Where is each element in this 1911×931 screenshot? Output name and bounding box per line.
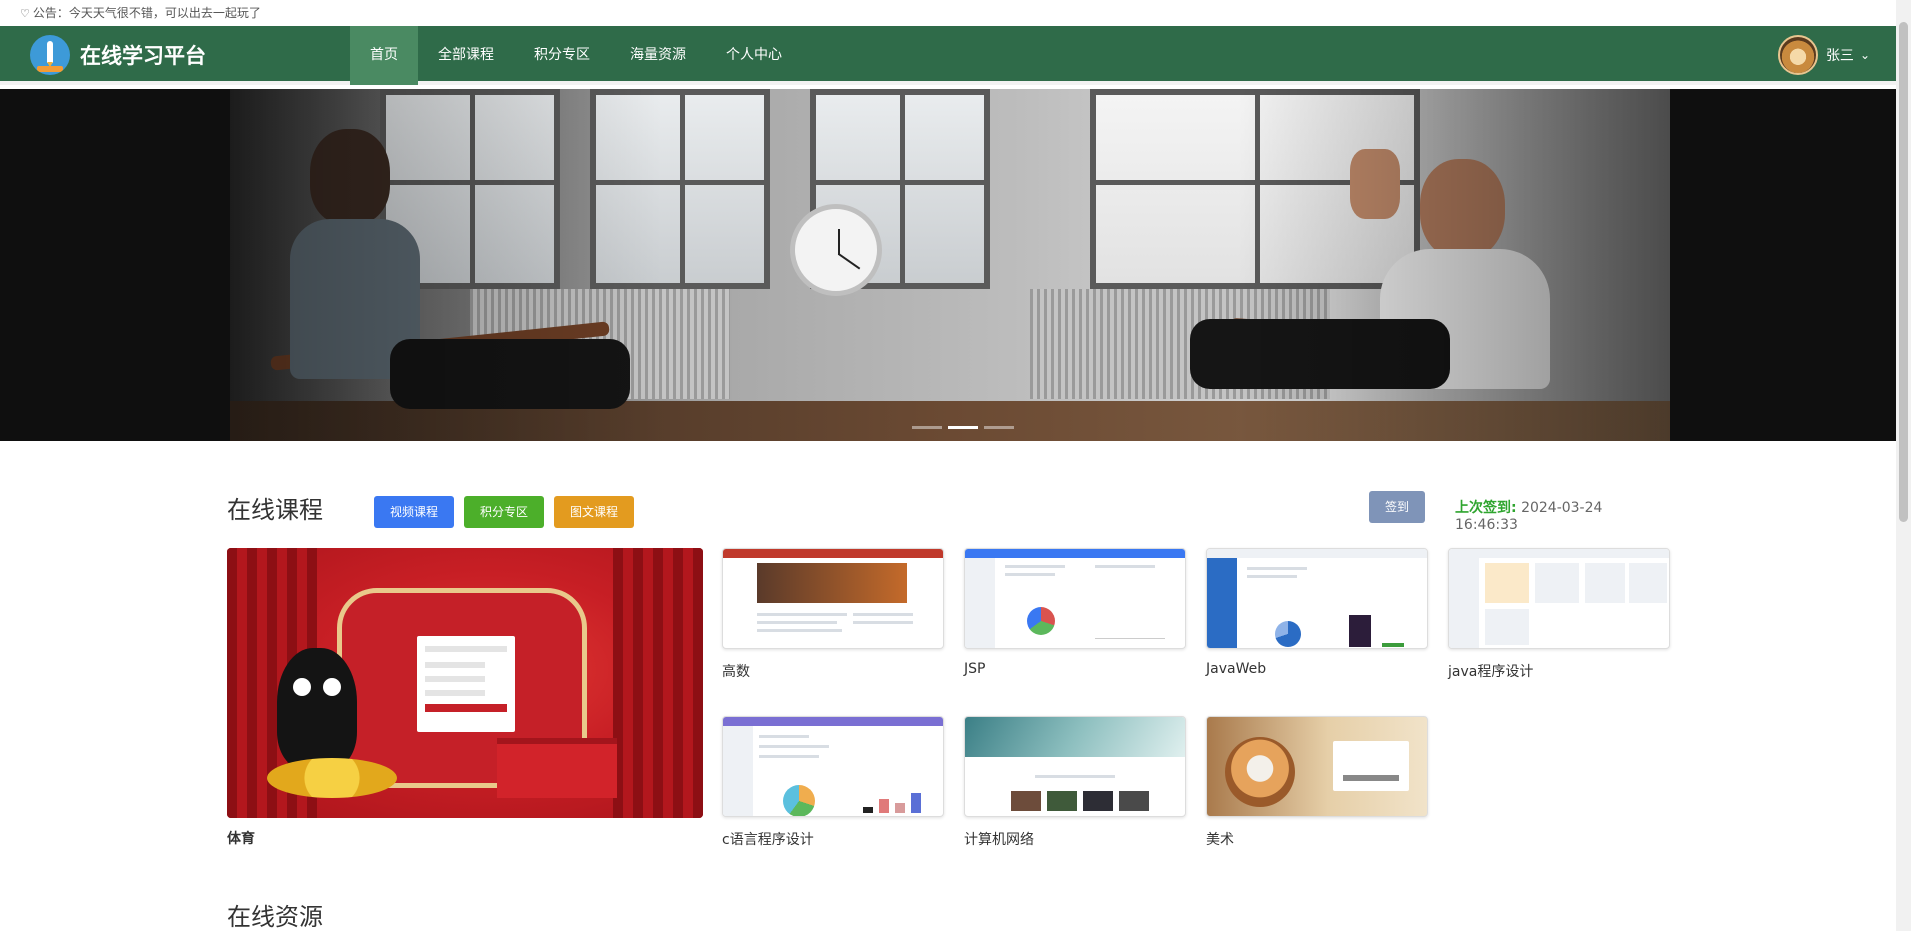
nav-item-points[interactable]: 积分专区 [514,26,610,85]
banner-image [230,89,1670,441]
course-title[interactable]: JavaWeb [1206,661,1428,677]
nav-item-home[interactable]: 首页 [350,26,418,85]
course-card[interactable]: JSP [964,548,1186,677]
courses-title: 在线课程 [227,496,323,524]
carousel-dot-active[interactable] [948,426,978,429]
hero-banner[interactable] [0,89,1896,441]
login-preview [417,636,515,732]
course-card[interactable]: c语言程序设计 [722,716,944,849]
brand-title: 在线学习平台 [80,44,206,68]
text-courses-button[interactable]: 图文课程 [554,496,635,528]
carousel-dot[interactable] [912,426,942,429]
brand[interactable]: 在线学习平台 [30,35,206,75]
page-scrollbar[interactable] [1896,0,1911,931]
scrollbar-thumb[interactable] [1899,22,1908,522]
logo-icon [30,35,70,75]
points-zone-button[interactable]: 积分专区 [464,496,545,528]
course-card[interactable]: 计算机网络 [964,716,1186,849]
course-title[interactable]: c语言程序设计 [722,829,944,849]
resources-title: 在线资源 [227,903,323,931]
nav-item-all-courses[interactable]: 全部课程 [418,26,514,85]
avatar[interactable] [1777,35,1818,75]
featured-course-card[interactable] [227,548,703,818]
bell-icon: ♡ [20,7,30,20]
course-thumbnail[interactable] [1448,548,1670,649]
video-courses-button[interactable]: 视频课程 [374,496,455,528]
course-title[interactable]: java程序设计 [1448,661,1670,681]
course-card[interactable]: JavaWeb [1206,548,1428,677]
course-title[interactable]: 美术 [1206,829,1428,849]
course-card[interactable]: java程序设计 [1448,548,1670,681]
announcement-bar: ♡ 公告：今天天气很不错，可以出去一起玩了 [0,0,1911,26]
last-signin-label: 上次签到: [1455,500,1517,516]
course-card[interactable]: 美术 [1206,716,1428,849]
main-nav: 首页 全部课程 积分专区 海量资源 个人中心 [350,26,802,85]
user-name[interactable]: 张三 [1826,45,1854,65]
resources-header: 在线资源 [227,897,1669,931]
chevron-down-icon[interactable]: ⌄ [1860,48,1870,62]
course-thumbnail[interactable] [722,716,944,817]
course-title[interactable]: 高数 [722,661,944,681]
course-thumbnail[interactable] [1206,716,1428,817]
course-card[interactable]: 高数 [722,548,944,681]
nav-item-resources[interactable]: 海量资源 [610,26,706,85]
course-thumbnail[interactable] [964,548,1186,649]
announcement-text: 公告：今天天气很不错，可以出去一起玩了 [32,6,261,20]
course-thumbnail[interactable] [1206,548,1428,649]
featured-course-title[interactable]: 体育 [227,828,255,848]
signin-button[interactable]: 签到 [1369,491,1426,523]
carousel-indicators [912,426,1020,429]
nav-item-profile[interactable]: 个人中心 [706,26,802,85]
course-title[interactable]: 计算机网络 [964,829,1186,849]
course-thumbnail[interactable] [964,716,1186,817]
cat-mascot-image [277,648,357,768]
course-thumbnail[interactable] [722,548,944,649]
top-navbar: 在线学习平台 首页 全部课程 积分专区 海量资源 个人中心 张三 ⌄ [0,26,1896,85]
last-signin: 上次签到: 2024-03-24 16:46:33 [1455,497,1669,533]
user-menu[interactable]: 张三 ⌄ [1777,35,1870,75]
carousel-dot[interactable] [984,426,1014,429]
course-title[interactable]: JSP [964,661,1186,677]
